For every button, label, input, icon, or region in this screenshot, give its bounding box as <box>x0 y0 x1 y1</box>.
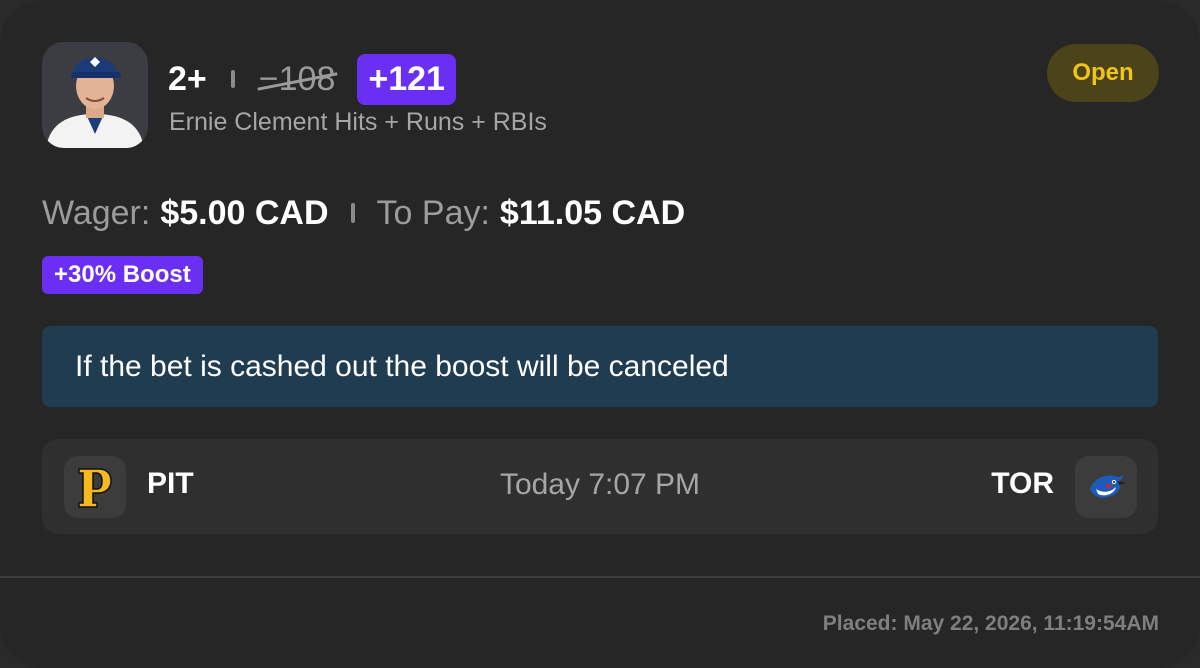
boost-badge: +30% Boost <box>42 256 203 294</box>
player-avatar <box>42 42 148 148</box>
market-description: Ernie Clement Hits + Runs + RBIs <box>169 108 547 136</box>
blue-jays-logo-icon <box>1075 456 1137 518</box>
wager-amount: $5.00 CAD <box>160 193 329 232</box>
placed-timestamp: Placed: May 22, 2026, 11:19:54AM <box>822 612 1159 635</box>
cashout-notice: If the bet is cashed out the boost will … <box>42 326 1158 407</box>
boosted-odds: +121 <box>357 53 456 105</box>
game-row[interactable]: PIT Today 7:07 PM TOR <box>42 439 1158 534</box>
bet-line-row: 2+ −108 +121 <box>168 53 456 105</box>
divider <box>0 576 1200 578</box>
separator <box>230 70 235 88</box>
bet-card[interactable]: 2+ −108 +121 Ernie Clement Hits + Runs +… <box>0 0 1200 668</box>
home-team: TOR <box>991 467 1054 500</box>
original-odds: −108 <box>258 59 336 98</box>
to-pay-label: To Pay: <box>376 193 490 232</box>
player-photo-icon <box>42 42 148 148</box>
status-badge: Open <box>1047 44 1159 102</box>
wager-row: Wager: $5.00 CAD To Pay: $11.05 CAD <box>42 190 685 236</box>
separator <box>350 203 355 223</box>
wager-label: Wager: <box>42 193 151 232</box>
to-pay-amount: $11.05 CAD <box>499 193 686 232</box>
bet-line: 2+ <box>168 59 207 98</box>
